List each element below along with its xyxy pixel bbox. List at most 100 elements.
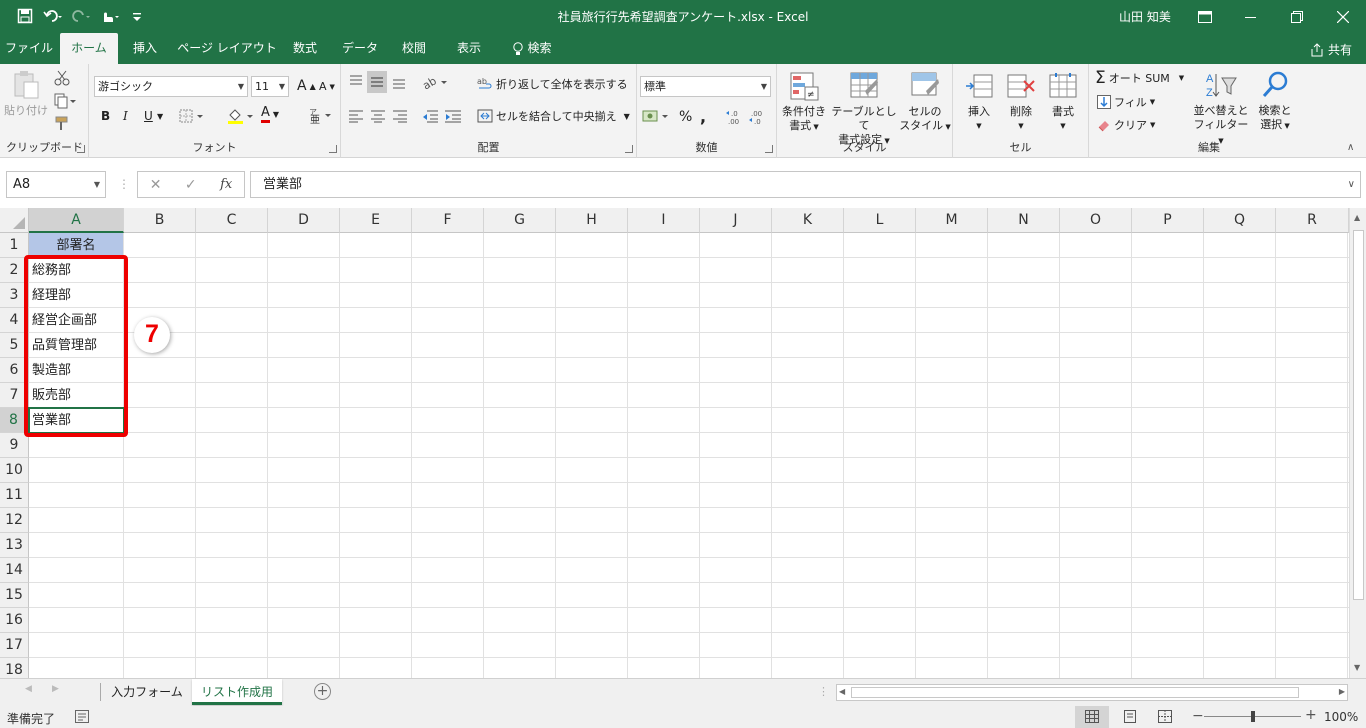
column-header-r[interactable]: R: [1276, 208, 1349, 233]
row-header-18[interactable]: 18: [0, 658, 29, 678]
redo-icon[interactable]: [70, 6, 92, 26]
column-header-c[interactable]: C: [196, 208, 268, 233]
align-top-button[interactable]: [348, 74, 364, 90]
decrease-decimal-button[interactable]: .00.0: [748, 109, 768, 125]
row-header-17[interactable]: 17: [0, 633, 29, 658]
align-bottom-button[interactable]: [391, 74, 407, 90]
tab-split-grip-icon[interactable]: ⋮: [818, 685, 829, 698]
tab-view[interactable]: 表示: [447, 33, 491, 64]
column-header-e[interactable]: E: [340, 208, 412, 233]
copy-button[interactable]: [54, 93, 76, 109]
tab-formulas[interactable]: 数式: [283, 33, 327, 64]
clear-button[interactable]: クリア ▼: [1097, 117, 1155, 133]
minimize-icon[interactable]: [1228, 0, 1274, 33]
insert-cells-button[interactable]: 挿入 ▼: [958, 71, 1000, 133]
zoom-in-icon[interactable]: +: [1305, 707, 1317, 723]
column-header-j[interactable]: J: [700, 208, 772, 233]
new-sheet-icon[interactable]: +: [314, 683, 331, 700]
borders-button[interactable]: [179, 108, 205, 124]
cell-styles-button[interactable]: セルの スタイル ▼: [899, 71, 951, 134]
save-icon[interactable]: [14, 6, 36, 26]
column-header-p[interactable]: P: [1132, 208, 1204, 233]
tab-page-layout[interactable]: ページ レイアウト: [175, 33, 279, 64]
prev-sheet-icon[interactable]: ◀: [25, 684, 32, 694]
align-middle-button[interactable]: [367, 71, 387, 93]
comma-style-button[interactable]: ,: [700, 107, 706, 126]
conditional-formatting-button[interactable]: ≠ 条件付き 書式 ▼: [779, 71, 829, 134]
number-format-combo[interactable]: 標準 ▼: [640, 76, 771, 97]
shrink-font-button[interactable]: A ▼: [319, 80, 335, 93]
font-size-combo[interactable]: 11 ▼: [251, 76, 289, 97]
customize-qat-icon[interactable]: [126, 6, 148, 26]
format-painter-button[interactable]: [54, 116, 70, 132]
row-header-15[interactable]: 15: [0, 583, 29, 608]
accounting-format-button[interactable]: [642, 108, 670, 124]
formula-input[interactable]: 営業部 ∨: [250, 171, 1361, 198]
wrap-text-button[interactable]: ab 折り返して全体を表示する: [477, 76, 628, 92]
font-name-combo[interactable]: 游ゴシック ▼: [94, 76, 248, 97]
restore-icon[interactable]: [1274, 0, 1320, 33]
select-all-button[interactable]: [0, 208, 29, 233]
cancel-entry-icon[interactable]: ✕: [150, 177, 162, 193]
column-header-f[interactable]: F: [412, 208, 484, 233]
format-cells-button[interactable]: 書式 ▼: [1042, 71, 1084, 133]
percent-style-button[interactable]: %: [679, 109, 692, 125]
row-header-9[interactable]: 9: [0, 433, 29, 458]
insert-function-button[interactable]: fx: [220, 177, 232, 192]
align-right-button[interactable]: [392, 109, 408, 123]
grow-font-button[interactable]: A ▲: [297, 78, 316, 94]
next-sheet-icon[interactable]: ▶: [52, 684, 59, 694]
decrease-indent-button[interactable]: [421, 109, 439, 123]
column-header-b[interactable]: B: [124, 208, 196, 233]
scroll-left-icon[interactable]: ◀: [839, 687, 845, 696]
fill-color-button[interactable]: [227, 107, 255, 125]
column-header-n[interactable]: N: [988, 208, 1060, 233]
row-header-10[interactable]: 10: [0, 458, 29, 483]
format-as-table-button[interactable]: テーブルとして 書式設定 ▼: [829, 71, 899, 148]
font-launcher-icon[interactable]: [329, 145, 337, 153]
row-header-1[interactable]: 1: [0, 233, 29, 258]
page-break-preview-icon[interactable]: [1158, 710, 1172, 726]
underline-button[interactable]: U: [144, 109, 153, 123]
sheet-tab-list[interactable]: リスト作成用: [192, 679, 282, 705]
row-header-16[interactable]: 16: [0, 608, 29, 633]
horizontal-scrollbar[interactable]: ◀ ▶: [836, 684, 1348, 701]
zoom-level[interactable]: 100%: [1324, 710, 1358, 724]
zoom-out-icon[interactable]: −: [1192, 708, 1204, 724]
horizontal-scroll-thumb[interactable]: [851, 687, 1299, 698]
increase-indent-button[interactable]: [444, 109, 462, 123]
autosum-button[interactable]: Σ オート SUM ▼: [1095, 70, 1184, 87]
ribbon-display-options-icon[interactable]: [1182, 0, 1228, 33]
sheet-tab-input-form[interactable]: 入力フォーム: [104, 679, 190, 705]
row-header-11[interactable]: 11: [0, 483, 29, 508]
touch-mode-icon[interactable]: [98, 6, 120, 26]
bold-button[interactable]: B: [101, 109, 110, 123]
scroll-up-icon[interactable]: ▲: [1354, 213, 1360, 222]
zoom-slider-thumb[interactable]: [1251, 711, 1255, 722]
italic-button[interactable]: I: [123, 109, 128, 123]
name-box[interactable]: A8 ▼: [6, 171, 106, 198]
find-select-button[interactable]: 検索と 選択 ▼: [1253, 70, 1297, 133]
tab-file[interactable]: ファイル: [0, 33, 58, 64]
tell-me-search[interactable]: 検索: [504, 33, 560, 64]
vertical-scroll-thumb[interactable]: [1353, 230, 1364, 600]
phonetic-guide-button[interactable]: ア亜: [307, 106, 333, 124]
align-center-button[interactable]: [370, 109, 386, 123]
sort-filter-button[interactable]: AZ 並べ替えと フィルター ▼: [1193, 70, 1249, 148]
tab-data[interactable]: データ: [334, 33, 386, 64]
number-launcher-icon[interactable]: [765, 145, 773, 153]
collapse-ribbon-icon[interactable]: ∧: [1347, 142, 1354, 153]
paste-button[interactable]: 貼り付け: [4, 70, 48, 118]
tab-home[interactable]: ホーム: [60, 33, 118, 64]
orientation-button[interactable]: ab: [421, 74, 449, 90]
merge-center-button[interactable]: セルを結合して中央揃え ▼: [477, 108, 630, 124]
fill-button[interactable]: フィル ▼: [1097, 94, 1155, 110]
alignment-launcher-icon[interactable]: [625, 145, 633, 153]
tab-review[interactable]: 校閲: [392, 33, 436, 64]
align-left-button[interactable]: [348, 109, 364, 123]
close-icon[interactable]: [1320, 0, 1366, 33]
chevron-down-icon[interactable]: ▼: [157, 112, 163, 121]
column-header-a[interactable]: A: [29, 208, 124, 233]
font-color-button[interactable]: A ▼: [261, 106, 279, 123]
column-header-h[interactable]: H: [556, 208, 628, 233]
